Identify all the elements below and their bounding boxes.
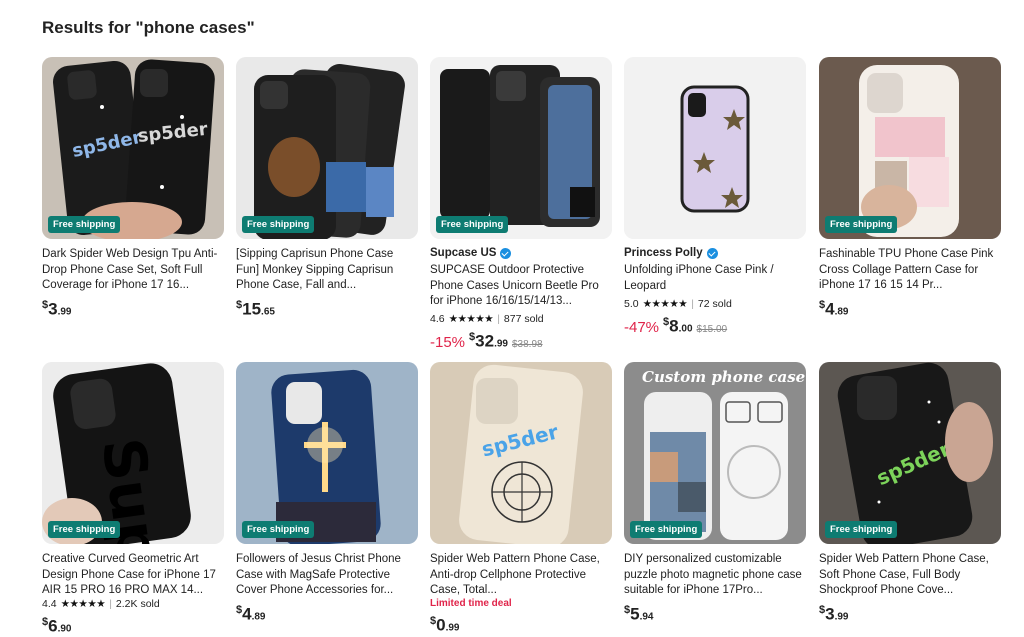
results-heading: Results for "phone cases" [42, 18, 255, 37]
price: $4.89 [236, 604, 266, 624]
product-title[interactable]: Creative Curved Geometric Art Design Pho… [42, 552, 224, 598]
product-image[interactable]: Custom phone case Free shipping [624, 362, 806, 544]
product-image[interactable]: Free shipping [236, 362, 418, 544]
stars-icon: ★★★★★ [642, 298, 688, 310]
product-title[interactable]: Spider Web Pattern Phone Case, Anti-drop… [430, 552, 612, 598]
product-card[interactable]: sp5der Spider Web Pattern Phone Case, An… [430, 362, 612, 636]
product-image[interactable]: Free shipping [430, 57, 612, 239]
custom-case-caption: Custom phone case [642, 368, 805, 386]
store-name[interactable]: Princess Polly [624, 247, 806, 259]
price-row: $3.99 [819, 604, 1001, 625]
price-row: $3.99 [42, 299, 224, 320]
product-image[interactable]: sp5der [430, 362, 612, 544]
rating-row: 4.4 ★★★★★ | 2.2K sold [42, 598, 160, 610]
price: $3.99 [819, 604, 849, 624]
price-row: -15% $32.99 $38.98 [430, 331, 612, 352]
price: $3.99 [42, 299, 72, 319]
rating-row: 5.0 ★★★★★ | 72 sold [624, 298, 732, 310]
product-image[interactable]: Free shipping [236, 57, 418, 239]
price: $32.99 [469, 331, 508, 351]
free-shipping-badge: Free shipping [436, 216, 509, 233]
product-card[interactable]: Free shipping [Sipping Caprisun Phone Ca… [236, 57, 418, 320]
sold-count: 2.2K sold [115, 598, 160, 610]
store-name[interactable]: Supcase US [430, 247, 612, 259]
free-shipping-badge: Free shipping [242, 521, 315, 538]
free-shipping-badge: Free shipping [825, 521, 898, 538]
product-title[interactable]: Dark Spider Web Design Tpu Anti-Drop Pho… [42, 247, 224, 293]
product-image[interactable]: sp5der Free shipping [819, 362, 1001, 544]
product-card[interactable]: Princess Polly Unfolding iPhone Case Pin… [624, 57, 806, 337]
product-title[interactable]: Fashinable TPU Phone Case Pink Cross Col… [819, 247, 1001, 293]
stars-icon: ★★★★★ [448, 313, 494, 325]
free-shipping-badge: Free shipping [242, 216, 315, 233]
rating-value: 4.4 [42, 598, 57, 610]
verified-icon [500, 247, 512, 259]
original-price: $15.00 [696, 323, 728, 335]
price: $5.94 [624, 604, 654, 624]
price-row: $6.90 [42, 616, 224, 637]
price-row: $5.94 [624, 604, 806, 625]
product-card[interactable]: Free shipping Supcase US SUPCASE Outdoor… [430, 57, 612, 352]
verified-icon [706, 247, 718, 259]
rating-value: 4.6 [430, 313, 445, 325]
product-image[interactable]: sp5der sp5der Free shipping [42, 57, 224, 239]
product-title[interactable]: SUPCASE Outdoor Protective Phone Cases U… [430, 263, 612, 309]
product-image[interactable] [624, 57, 806, 239]
price-row: $4.89 [819, 299, 1001, 320]
price: $0.99 [430, 615, 460, 635]
free-shipping-badge: Free shipping [48, 521, 121, 538]
rating-row: 4.6 ★★★★★ | 877 sold [430, 313, 544, 325]
free-shipping-badge: Free shipping [825, 216, 898, 233]
price: $4.89 [819, 299, 849, 319]
price-row: $15.65 [236, 299, 418, 320]
price: $6.90 [42, 616, 72, 636]
product-title[interactable]: Spider Web Pattern Phone Case, Soft Phon… [819, 552, 1001, 598]
product-card[interactable]: Free shipping Fashinable TPU Phone Case … [819, 57, 1001, 320]
price-row: -47% $8.00 $15.00 [624, 316, 806, 337]
free-shipping-badge: Free shipping [48, 216, 121, 233]
limited-deal-label: Limited time deal [430, 598, 512, 609]
product-title[interactable]: Followers of Jesus Christ Phone Case wit… [236, 552, 418, 598]
product-image[interactable]: Sup Free shipping [42, 362, 224, 544]
discount-percent: -15% [430, 333, 466, 351]
product-card[interactable]: Free shipping Followers of Jesus Christ … [236, 362, 418, 625]
product-title[interactable]: Unfolding iPhone Case Pink / Leopard [624, 263, 806, 294]
sold-count: 877 sold [503, 313, 544, 325]
sold-count: 72 sold [697, 298, 732, 310]
free-shipping-badge: Free shipping [630, 521, 703, 538]
product-card[interactable]: Custom phone case Free shipping DIY pers… [624, 362, 806, 625]
original-price: $38.98 [511, 338, 543, 350]
product-image[interactable]: Free shipping [819, 57, 1001, 239]
product-card[interactable]: Sup Free shipping Creative Curved Geomet… [42, 362, 224, 637]
product-title[interactable]: [Sipping Caprisun Phone Case Fun] Monkey… [236, 247, 418, 293]
price-row: $0.99 [430, 615, 612, 636]
stars-icon: ★★★★★ [60, 598, 106, 610]
product-card[interactable]: sp5der sp5der Free shipping Dark Spider … [42, 57, 224, 320]
price: $8.00 [663, 316, 693, 336]
rating-value: 5.0 [624, 298, 639, 310]
product-title[interactable]: DIY personalized customizable puzzle pho… [624, 552, 806, 598]
discount-percent: -47% [624, 318, 660, 336]
price: $15.65 [236, 299, 275, 319]
price-row: $4.89 [236, 604, 418, 625]
product-card[interactable]: sp5der Free shipping Spider Web Pattern … [819, 362, 1001, 625]
